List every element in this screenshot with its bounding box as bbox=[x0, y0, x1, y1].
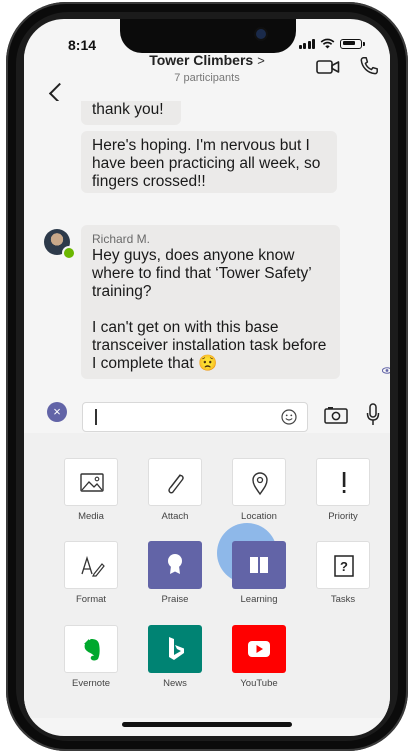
app-tile-praise[interactable] bbox=[148, 541, 202, 589]
app-tile-format[interactable] bbox=[64, 541, 118, 589]
app-label: Attach bbox=[161, 511, 189, 522]
presence-available-icon bbox=[62, 246, 76, 260]
app-tile-attach[interactable] bbox=[148, 458, 202, 506]
app-tile-location[interactable] bbox=[232, 458, 286, 506]
app-tile-youtube[interactable] bbox=[232, 625, 286, 673]
app-label: Tasks bbox=[330, 594, 356, 605]
read-receipt-icon bbox=[382, 367, 390, 374]
video-call-icon[interactable] bbox=[316, 59, 340, 75]
app-label: Evernote bbox=[71, 678, 111, 689]
badge-icon bbox=[168, 554, 182, 574]
app-label: News bbox=[163, 678, 187, 689]
camera-icon[interactable] bbox=[324, 406, 348, 424]
notch bbox=[120, 19, 296, 53]
chevron-right-icon: > bbox=[257, 53, 265, 68]
emoji-icon[interactable] bbox=[281, 409, 297, 425]
app-label: Format bbox=[75, 594, 107, 605]
app-label: Praise bbox=[161, 594, 189, 605]
message-text: Hey guys, does anyone know where to find… bbox=[92, 247, 312, 300]
app-label: Media bbox=[78, 511, 104, 522]
app-label: Learning bbox=[240, 594, 278, 605]
message-list[interactable]: thank you! Here's hoping. I'm nervous bu… bbox=[24, 101, 390, 385]
message-bubble[interactable]: thank you! bbox=[81, 101, 181, 125]
status-icons bbox=[298, 38, 365, 49]
app-tile-evernote[interactable] bbox=[64, 625, 118, 673]
evernote-icon bbox=[84, 639, 100, 661]
sender-name: Richard M. bbox=[92, 232, 151, 246]
svg-text:?: ? bbox=[340, 559, 348, 574]
app-tray: Media Attach Location Priority Format Pr… bbox=[24, 433, 390, 718]
message-input[interactable] bbox=[82, 402, 308, 432]
app-label: YouTube bbox=[240, 678, 278, 689]
youtube-icon bbox=[248, 641, 270, 657]
exclamation-icon bbox=[342, 472, 346, 493]
chat-title: Tower Climbers bbox=[149, 52, 254, 68]
compose-bar: × bbox=[24, 385, 390, 434]
app-tile-news[interactable] bbox=[148, 625, 202, 673]
phone-call-icon[interactable] bbox=[359, 56, 379, 76]
battery-icon bbox=[340, 38, 365, 49]
signal-icon bbox=[298, 38, 315, 49]
wifi-icon bbox=[320, 38, 335, 49]
paperclip-icon bbox=[168, 474, 184, 494]
front-camera bbox=[256, 29, 266, 39]
close-icon[interactable]: × bbox=[47, 402, 67, 422]
message-bubble[interactable]: Here's hoping. I'm nervous but I have be… bbox=[81, 131, 337, 193]
app-tile-media[interactable] bbox=[64, 458, 118, 506]
format-icon bbox=[81, 555, 105, 577]
app-label: Location bbox=[241, 511, 277, 522]
location-pin-icon bbox=[252, 472, 268, 496]
app-tile-priority[interactable] bbox=[316, 458, 370, 506]
message-text: I can't get on with this base transceive… bbox=[92, 319, 327, 372]
app-label: Priority bbox=[328, 511, 358, 522]
app-tile-learning[interactable] bbox=[232, 541, 286, 589]
app-tile-tasks[interactable]: ? bbox=[316, 541, 370, 589]
message-bubble[interactable]: Richard M. Hey guys, does anyone know wh… bbox=[81, 225, 340, 379]
bing-icon bbox=[169, 637, 184, 660]
status-time: 8:14 bbox=[68, 37, 97, 53]
screen: 8:14 Tower Climbers > 7 participants than… bbox=[24, 19, 390, 736]
microphone-icon[interactable] bbox=[366, 403, 380, 427]
home-indicator[interactable] bbox=[122, 722, 292, 727]
image-icon bbox=[80, 473, 104, 492]
tasks-icon: ? bbox=[334, 555, 354, 577]
text-cursor bbox=[95, 409, 97, 425]
book-icon bbox=[250, 557, 268, 573]
